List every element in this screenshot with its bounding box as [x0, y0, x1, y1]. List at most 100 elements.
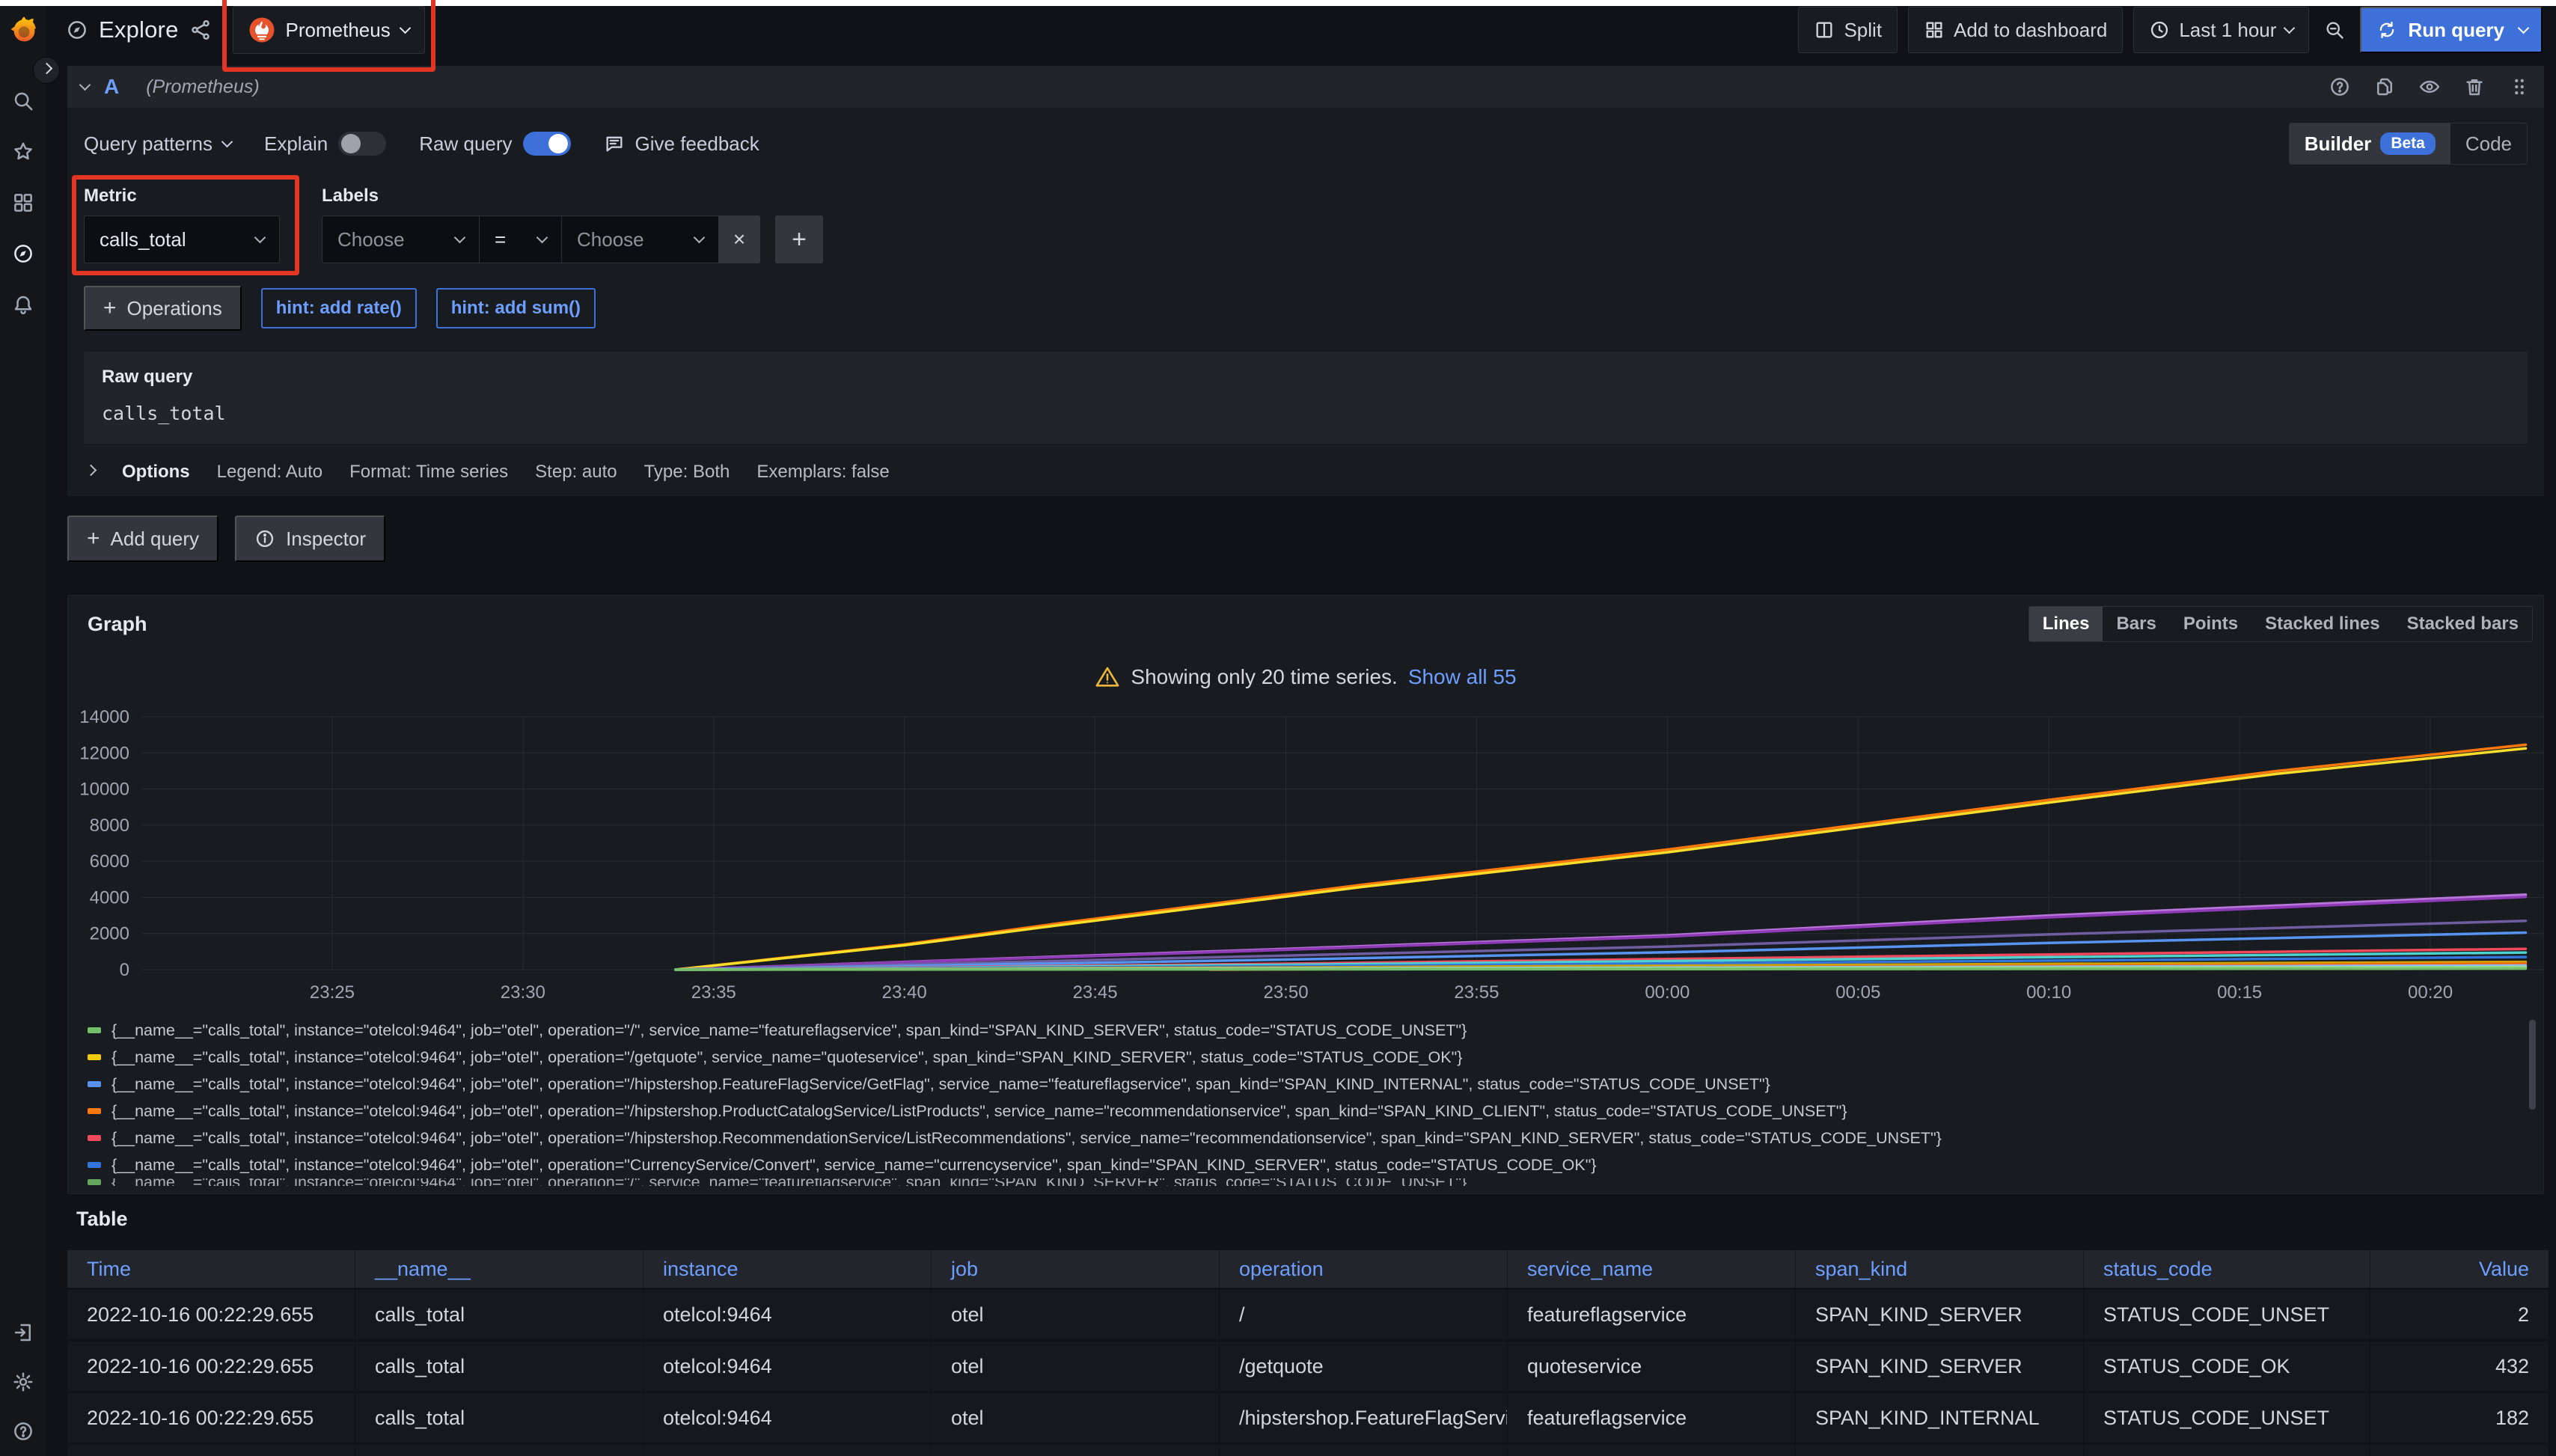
- column-header-status-code[interactable]: status_code: [2084, 1250, 2370, 1288]
- navbar: Explore Prometheus Split Add to das: [46, 6, 2556, 54]
- raw-query-toggle[interactable]: [523, 132, 571, 156]
- table-cell: otelcol:9464: [643, 1290, 932, 1339]
- sign-in-icon[interactable]: [12, 1321, 34, 1344]
- table-cell: STATUS_CODE_UNSET: [2084, 1445, 2370, 1456]
- svg-text:23:25: 23:25: [310, 982, 355, 1003]
- add-label-filter-button[interactable]: +: [775, 215, 823, 263]
- builder-mode-tab[interactable]: Builder Beta: [2290, 123, 2450, 164]
- grafana-logo-icon[interactable]: [7, 15, 39, 46]
- label-value-select[interactable]: Choose: [561, 215, 718, 263]
- legend-series-color: [88, 1054, 101, 1060]
- svg-text:14000: 14000: [79, 709, 129, 727]
- collapse-chevron-icon[interactable]: [79, 79, 91, 91]
- help-icon[interactable]: [12, 1420, 34, 1443]
- query-patterns-dropdown[interactable]: Query patterns: [84, 132, 231, 156]
- legend-series-label: {__name__="calls_total", instance="otelc…: [111, 1021, 1467, 1040]
- page-title: Explore: [99, 16, 179, 43]
- dashboards-icon[interactable]: [12, 192, 34, 214]
- series-line-featureflag-root: [676, 969, 2526, 970]
- code-mode-tab[interactable]: Code: [2450, 123, 2527, 164]
- explore-icon[interactable]: [12, 242, 34, 265]
- chevron-down-icon: [694, 231, 706, 243]
- split-button[interactable]: Split: [1798, 7, 1898, 53]
- svg-text:00:00: 00:00: [1645, 982, 1690, 1003]
- legend-scrollbar[interactable]: [2529, 1020, 2536, 1110]
- column-header-operation[interactable]: operation: [1220, 1250, 1508, 1288]
- query-help-icon[interactable]: [2329, 76, 2351, 98]
- svg-text:0: 0: [120, 960, 129, 980]
- options-type: Type: Both: [644, 462, 730, 483]
- query-options-row[interactable]: Options Legend: Auto Format: Time series…: [67, 444, 2544, 483]
- label-operator-select[interactable]: =: [479, 215, 561, 263]
- search-icon[interactable]: [12, 90, 34, 112]
- graph-mode-bars[interactable]: Bars: [2103, 607, 2169, 641]
- graph-panel-title: Graph: [79, 613, 147, 636]
- raw-query-expression: calls_total: [102, 403, 2510, 424]
- show-all-series-link[interactable]: Show all 55: [1408, 665, 1517, 689]
- graph-mode-stacked-bars[interactable]: Stacked bars: [2394, 607, 2532, 641]
- metric-select[interactable]: calls_total: [84, 215, 280, 263]
- sidebar-expand-button[interactable]: [33, 57, 60, 84]
- label-key-placeholder: Choose: [337, 228, 405, 251]
- metric-label: Metric: [84, 186, 280, 207]
- run-query-button[interactable]: Run query: [2360, 7, 2543, 53]
- remove-label-filter-button[interactable]: ×: [718, 215, 760, 263]
- legend-item[interactable]: {__name__="calls_total", instance="otelc…: [88, 1151, 2533, 1178]
- explain-toggle[interactable]: [338, 132, 386, 156]
- legend-item[interactable]: {__name__="calls_total", instance="otelc…: [88, 1017, 2533, 1044]
- table-cell: SPAN_KIND_SERVER: [1796, 1342, 2084, 1391]
- column-header-value[interactable]: Value: [2370, 1250, 2549, 1288]
- give-feedback-link[interactable]: Give feedback: [604, 132, 759, 156]
- remove-query-trash-icon[interactable]: [2463, 76, 2486, 98]
- label-key-select[interactable]: Choose: [322, 215, 479, 263]
- svg-text:23:40: 23:40: [882, 982, 927, 1003]
- inspector-button[interactable]: Inspector: [235, 516, 385, 562]
- alerting-icon[interactable]: [12, 293, 34, 316]
- table-cell: recommendationservice: [1508, 1445, 1796, 1456]
- toggle-visibility-eye-icon[interactable]: [2418, 76, 2441, 98]
- zoom-out-button[interactable]: [2320, 7, 2349, 53]
- drag-handle-icon[interactable]: [2508, 76, 2531, 98]
- column-header-service-name[interactable]: service_name: [1508, 1250, 1796, 1288]
- settings-gear-icon[interactable]: [12, 1371, 34, 1393]
- chevron-right-icon: [40, 62, 52, 74]
- column-header-time[interactable]: Time: [67, 1250, 355, 1288]
- hint-add-sum-button[interactable]: hint: add sum(): [436, 288, 596, 328]
- duplicate-query-icon[interactable]: [2373, 76, 2396, 98]
- hint-add-rate-button[interactable]: hint: add rate(): [261, 288, 417, 328]
- table-cell: 2022-10-16 00:22:29.655: [67, 1393, 355, 1443]
- table-cell: /hipstershop.ProductCatalogS...: [1220, 1445, 1508, 1456]
- legend-series-color: [88, 1135, 101, 1141]
- svg-text:23:35: 23:35: [691, 982, 736, 1003]
- table-cell: /: [1220, 1290, 1508, 1339]
- column-header--name-[interactable]: __name__: [355, 1250, 643, 1288]
- starred-icon[interactable]: [12, 141, 34, 163]
- timeseries-chart[interactable]: 0200040006000800010000120001400023:2523:…: [79, 709, 2533, 1012]
- legend-item[interactable]: {__name__="calls_total", instance="otelc…: [88, 1044, 2533, 1071]
- query-row-header[interactable]: A (Prometheus): [67, 66, 2544, 108]
- table-cell: otel: [932, 1342, 1220, 1391]
- datasource-picker[interactable]: Prometheus: [233, 6, 425, 54]
- column-header-job[interactable]: job: [932, 1250, 1220, 1288]
- graph-legend: {__name__="calls_total", instance="otelc…: [79, 1017, 2533, 1186]
- graph-mode-lines[interactable]: Lines: [2029, 607, 2103, 641]
- query-ref-id: A: [104, 75, 119, 99]
- graph-mode-points[interactable]: Points: [2170, 607, 2251, 641]
- inspector-label: Inspector: [286, 527, 366, 551]
- add-to-dashboard-button[interactable]: Add to dashboard: [1908, 7, 2123, 53]
- table-panel: Table Time__name__instancejoboperationse…: [67, 1205, 2544, 1456]
- column-header-span-kind[interactable]: span_kind: [1796, 1250, 2084, 1288]
- share-icon[interactable]: [189, 19, 212, 41]
- column-header-instance[interactable]: instance: [643, 1250, 932, 1288]
- time-range-picker[interactable]: Last 1 hour: [2133, 7, 2309, 53]
- legend-item-clipped[interactable]: {__name__="calls_total", instance="otelc…: [88, 1178, 2533, 1186]
- legend-series-label: {__name__="calls_total", instance="otelc…: [111, 1048, 1462, 1067]
- add-query-button[interactable]: + Add query: [67, 516, 218, 562]
- table-header-row: Time__name__instancejoboperationservice_…: [67, 1250, 2549, 1288]
- graph-mode-stacked-lines[interactable]: Stacked lines: [2251, 607, 2393, 641]
- legend-item[interactable]: {__name__="calls_total", instance="otelc…: [88, 1125, 2533, 1151]
- add-operation-button[interactable]: + Operations: [84, 286, 242, 331]
- legend-item[interactable]: {__name__="calls_total", instance="otelc…: [88, 1098, 2533, 1125]
- browser-top-strip: [0, 0, 2556, 6]
- legend-item[interactable]: {__name__="calls_total", instance="otelc…: [88, 1071, 2533, 1098]
